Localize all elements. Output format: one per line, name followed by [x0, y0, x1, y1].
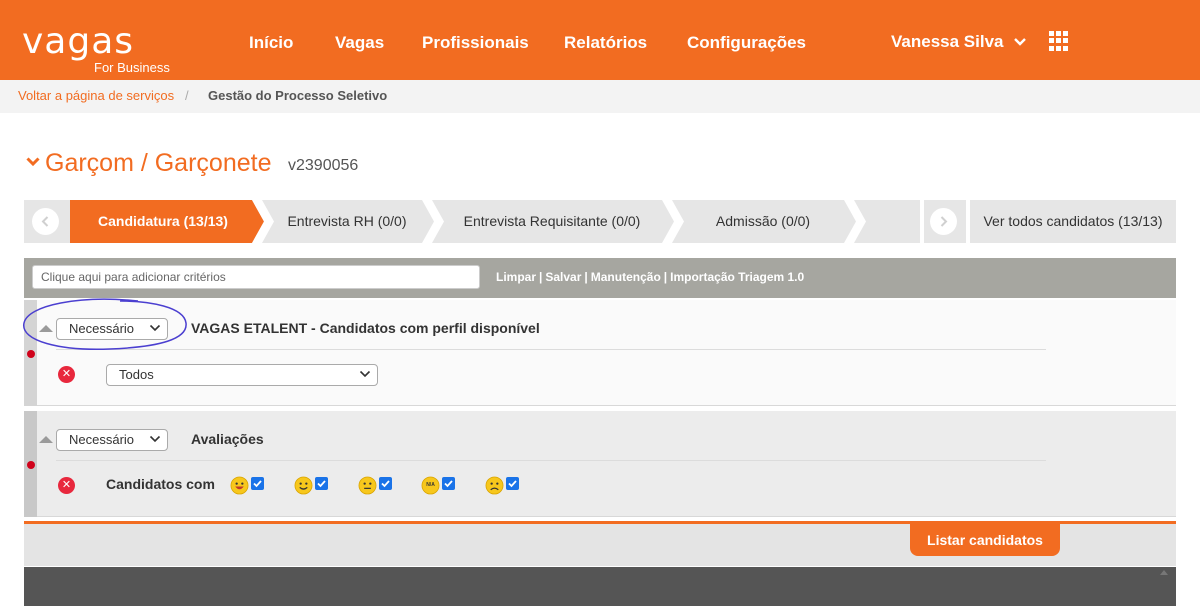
breadcrumb-separator: /: [185, 88, 189, 103]
user-menu[interactable]: Vanessa Silva: [891, 0, 1027, 80]
grid-icon[interactable]: [1049, 31, 1069, 51]
list-candidates-button[interactable]: Listar candidatos: [910, 524, 1060, 556]
required-dot: [27, 350, 35, 358]
rating-checkbox[interactable]: [506, 477, 519, 490]
pipeline-step-entrevista-requisitante[interactable]: Entrevista Requisitante (0/0): [434, 200, 670, 243]
nav-profissionais[interactable]: Profissionais: [422, 0, 529, 80]
logo-subtitle: For Business: [94, 60, 170, 75]
na-label: N/A: [426, 482, 435, 488]
filter-block-etalent: Necessário VAGAS ETALENT - Candidatos co…: [24, 300, 1176, 406]
chevron-right-icon: [940, 216, 948, 227]
breadcrumb-current: Gestão do Processo Seletivo: [208, 88, 388, 103]
results-area: [24, 567, 1176, 606]
breadcrumb-back-link[interactable]: Voltar a página de serviços: [18, 80, 174, 111]
rating-na[interactable]: N/A: [421, 474, 461, 496]
logo-word: vagas: [22, 21, 135, 62]
candidates-with-label: Candidatos com: [106, 476, 215, 492]
rating-sad[interactable]: [485, 474, 525, 496]
requirement-select[interactable]: Necessário: [56, 318, 168, 340]
chevron-down-icon: [149, 435, 161, 443]
collapse-triangle-icon[interactable]: [39, 325, 53, 332]
chevron-down-icon: [149, 324, 161, 332]
very-happy-face-icon: [230, 476, 249, 495]
rating-checkbox[interactable]: [442, 477, 455, 490]
importacao-triagem-link[interactable]: Importação Triagem 1.0: [670, 270, 804, 284]
job-code: v2390056: [288, 157, 359, 174]
pipeline-step-empty[interactable]: [856, 200, 916, 243]
all-candidates-button[interactable]: Ver todos candidatos (13/13): [970, 200, 1176, 243]
neutral-face-icon: [358, 476, 377, 495]
chevron-down-icon: [1014, 38, 1027, 46]
nav-inicio[interactable]: Início: [249, 0, 293, 80]
manutencao-link[interactable]: Manutenção: [591, 270, 661, 284]
page-title: Garçom / Garçonete: [45, 149, 272, 177]
required-dot: [27, 461, 35, 469]
filter-block-avaliacoes: Necessário Avaliações ✕ Candidatos com: [24, 411, 1176, 517]
chevron-left-icon: [41, 216, 49, 227]
link-separator: |: [584, 270, 588, 284]
limpar-link[interactable]: Limpar: [496, 270, 536, 284]
pipeline-step-entrevista-rh[interactable]: Entrevista RH (0/0): [264, 200, 430, 243]
filter-divider: [56, 349, 1046, 350]
sad-face-icon: [485, 476, 504, 495]
nav-vagas[interactable]: Vagas: [335, 0, 384, 80]
collapse-triangle-icon[interactable]: [39, 436, 53, 443]
rating-very-happy[interactable]: [230, 474, 270, 496]
nav-relatorios[interactable]: Relatórios: [564, 0, 647, 80]
chevron-down-icon: [359, 370, 371, 378]
requirement-select[interactable]: Necessário: [56, 429, 168, 451]
rating-neutral[interactable]: [358, 474, 398, 496]
rating-checkbox[interactable]: [379, 477, 392, 490]
etalent-option-value: Todos: [119, 367, 154, 382]
breadcrumb: Voltar a página de serviços / Gestão do …: [0, 80, 1200, 113]
rating-checkbox[interactable]: [315, 477, 328, 490]
salvar-link[interactable]: Salvar: [545, 270, 581, 284]
vagas-logo[interactable]: vagas For Business: [22, 24, 182, 76]
link-separator: |: [539, 270, 543, 284]
pipeline-prev-button[interactable]: [32, 208, 59, 235]
happy-face-icon: [294, 476, 313, 495]
scroll-up-icon[interactable]: [1160, 570, 1168, 575]
chevron-down-icon[interactable]: [26, 157, 40, 167]
requirement-select-value: Necessário: [69, 432, 135, 447]
nav-configuracoes[interactable]: Configurações: [687, 0, 806, 80]
filter-title: VAGAS ETALENT - Candidatos com perfil di…: [191, 320, 540, 336]
top-navigation-bar: vagas For Business Início Vagas Profissi…: [0, 0, 1200, 80]
requirement-select-value: Necessário: [69, 321, 135, 336]
remove-filter-icon[interactable]: ✕: [58, 366, 75, 383]
user-name: Vanessa Silva: [891, 32, 1004, 51]
criteria-links: Limpar | Salvar | Manutenção | Importação Tria…: [496, 270, 804, 284]
pipeline-step-admissao[interactable]: Admissão (0/0): [674, 200, 852, 243]
rating-checkbox[interactable]: [251, 477, 264, 490]
criteria-input[interactable]: [32, 265, 480, 289]
pipeline-steps: Candidatura (13/13) Entrevista RH (0/0) …: [24, 200, 920, 243]
rating-happy[interactable]: [294, 474, 334, 496]
filter-divider: [56, 460, 1046, 461]
pipeline-next-button[interactable]: [930, 208, 957, 235]
filter-title: Avaliações: [191, 431, 264, 447]
remove-filter-icon[interactable]: ✕: [58, 477, 75, 494]
pipeline-step-candidatura[interactable]: Candidatura (13/13): [70, 200, 256, 243]
etalent-option-select[interactable]: Todos: [106, 364, 378, 386]
link-separator: |: [663, 270, 668, 284]
criteria-bar: Limpar|Salvar|Manutenção|Importação Tria…: [24, 258, 1176, 298]
